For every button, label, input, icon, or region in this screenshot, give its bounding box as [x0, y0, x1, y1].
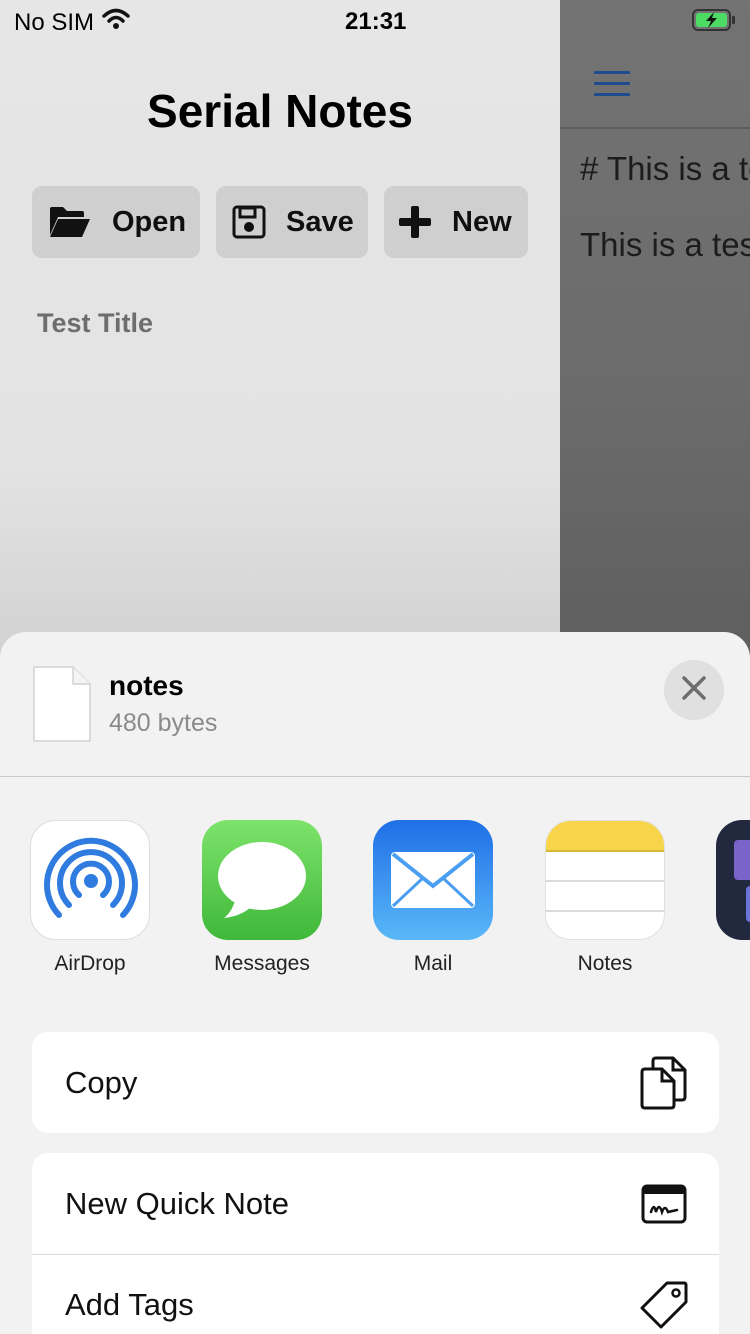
action-label: Copy [65, 1064, 138, 1100]
new-quick-note-action[interactable]: New Quick Note [32, 1153, 719, 1254]
mail-icon [373, 820, 493, 940]
app-label: Notes [577, 952, 633, 975]
editor-line[interactable]: This is a tes [580, 226, 750, 264]
editor-line[interactable]: # This is a te [580, 150, 750, 188]
action-group-more: New Quick Note Add Tags [32, 1153, 719, 1334]
document-list-item[interactable]: Test Title [37, 308, 153, 339]
add-tags-action[interactable]: Add Tags [32, 1254, 719, 1334]
new-button[interactable]: New [384, 186, 528, 258]
save-label: Save [286, 205, 354, 238]
hamburger-menu-icon[interactable] [594, 71, 630, 97]
save-button[interactable]: Save [216, 186, 368, 258]
share-app-messages[interactable]: Messages [202, 820, 322, 975]
close-icon [681, 675, 707, 706]
share-app-airdrop[interactable]: AirDrop [30, 820, 150, 975]
app-icon [716, 820, 750, 940]
action-label: Add Tags [65, 1287, 194, 1322]
action-group-copy: Copy [32, 1032, 719, 1133]
open-button[interactable]: Open [32, 186, 200, 258]
airdrop-icon [30, 820, 150, 940]
open-label: Open [112, 205, 187, 238]
close-button[interactable] [664, 660, 724, 720]
app-title: Serial Notes [147, 85, 413, 137]
clock: 21:31 [345, 8, 407, 35]
copy-action[interactable]: Copy [32, 1032, 719, 1133]
share-app-partial[interactable]: J [716, 820, 750, 940]
share-app-mail[interactable]: Mail [373, 820, 493, 975]
plus-icon [398, 205, 432, 239]
file-size: 480 bytes [109, 709, 218, 737]
new-label: New [452, 205, 512, 238]
notes-icon [545, 820, 665, 940]
status-bar: No SIM 21:31 [0, 0, 750, 40]
app-label: Messages [214, 952, 310, 975]
battery-charging-icon [692, 9, 736, 31]
share-sheet-header: notes 480 bytes [0, 632, 750, 776]
messages-icon [202, 820, 322, 940]
app-label: Mail [413, 952, 453, 975]
tag-icon [639, 1277, 689, 1333]
share-sheet: notes 480 bytes AirDrop Messages Mail No… [0, 632, 750, 1334]
divider [0, 776, 750, 777]
file-name: notes [109, 670, 184, 701]
document-icon [33, 666, 91, 742]
carrier-info: No SIM [14, 8, 130, 37]
carrier-label: No SIM [14, 8, 95, 36]
quick-note-icon [639, 1176, 689, 1232]
divider [560, 127, 750, 129]
app-label: J [676, 952, 750, 976]
folder-open-icon [48, 205, 92, 239]
copy-icon [639, 1055, 689, 1111]
floppy-disk-icon [232, 205, 266, 239]
action-label: New Quick Note [65, 1185, 289, 1221]
share-app-notes[interactable]: Notes [545, 820, 665, 975]
wifi-icon [102, 8, 130, 37]
